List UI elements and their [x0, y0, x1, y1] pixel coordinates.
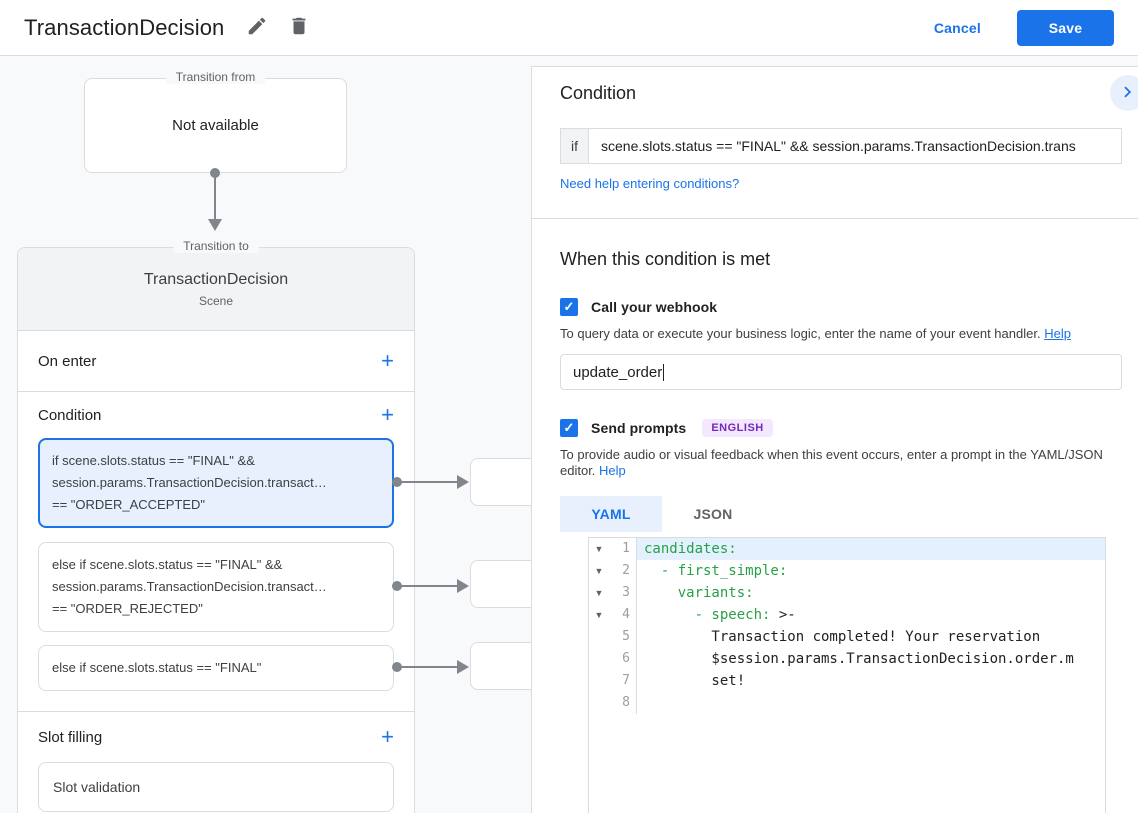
- event-handler-input[interactable]: update_order: [560, 354, 1122, 390]
- edit-scene-button[interactable]: [242, 11, 272, 44]
- connector-dot: [392, 581, 402, 591]
- condition-section-label: Condition: [38, 406, 102, 424]
- chevron-right-icon: [1117, 81, 1138, 106]
- on-enter-label: On enter: [38, 352, 97, 370]
- slot-filling-section: Slot filling + Slot validation: [18, 714, 414, 812]
- header-bar: TransactionDecision Cancel Save: [0, 0, 1138, 56]
- page-title: TransactionDecision: [24, 14, 225, 40]
- condition-item-selected[interactable]: if scene.slots.status == "FINAL" && sess…: [38, 438, 394, 528]
- code-line: ▼ 2 - first_simple:: [589, 560, 1105, 582]
- connector-dot: [392, 662, 402, 672]
- tab-yaml[interactable]: YAML: [560, 496, 662, 532]
- slot-filling-label: Slot filling: [38, 728, 103, 746]
- prompts-helper-text: To provide audio or visual feedback when…: [560, 447, 1103, 478]
- condition-expression-row: if scene.slots.status == "FINAL" && sess…: [560, 128, 1122, 164]
- transition-target-box[interactable]: [470, 458, 531, 506]
- call-webhook-checkbox[interactable]: ✓: [560, 298, 578, 316]
- call-webhook-label: Call your webhook: [591, 299, 718, 315]
- scene-subtitle: Scene: [198, 293, 234, 308]
- condition-item[interactable]: else if scene.slots.status == "FINAL": [38, 645, 394, 691]
- condition-expression-input[interactable]: scene.slots.status == "FINAL" && session…: [588, 128, 1122, 164]
- fold-arrow-icon[interactable]: ▼: [589, 582, 609, 604]
- code-line: ▼ 4 - speech: >-: [589, 604, 1105, 626]
- when-condition-met-section: When this condition is met ✓ Call your w…: [532, 219, 1138, 813]
- code-line: 6 $session.params.TransactionDecision.or…: [589, 648, 1105, 670]
- transition-to-label: Transition to: [173, 239, 259, 253]
- save-button[interactable]: Save: [1017, 9, 1114, 46]
- scene-card-header: TransactionDecision Scene: [18, 248, 414, 331]
- connector-line: [399, 481, 459, 483]
- scene-title: TransactionDecision: [143, 270, 289, 288]
- delete-scene-button[interactable]: [284, 11, 314, 44]
- fold-arrow-icon[interactable]: ▼: [589, 538, 609, 560]
- yaml-code-editor[interactable]: ▼ 1 candidates: ▼ 2 - first_simple: ▼ 3 …: [588, 537, 1106, 813]
- condition-expression-section: Condition if scene.slots.status == "FINA…: [532, 67, 1138, 219]
- connector-arrowhead-icon: [457, 579, 469, 593]
- checkmark-icon: ✓: [563, 299, 575, 314]
- connector-line: [399, 585, 459, 587]
- content-area: Transition from Not available Transition…: [0, 56, 1138, 813]
- checkmark-icon: ✓: [563, 420, 575, 435]
- editor-format-tabs: YAML JSON: [560, 496, 1122, 532]
- trash-icon: [288, 15, 310, 40]
- connector-line: [214, 173, 216, 221]
- language-badge: ENGLISH: [702, 419, 773, 437]
- text-cursor: [663, 363, 665, 381]
- code-line: ▼ 1 candidates:: [589, 538, 1105, 560]
- prompts-help-link[interactable]: Help: [599, 463, 626, 478]
- connector-arrowhead-icon: [457, 660, 469, 674]
- webhook-helper-text: To query data or execute your business l…: [560, 326, 1071, 341]
- pencil-icon: [246, 15, 268, 40]
- cancel-button[interactable]: Cancel: [934, 20, 981, 36]
- when-met-title: When this condition is met: [560, 249, 771, 269]
- condition-panel-title: Condition: [560, 83, 637, 103]
- collapse-panel-button[interactable]: [1110, 75, 1138, 111]
- transition-from-value: Not available: [172, 117, 259, 134]
- add-on-enter-button[interactable]: +: [381, 350, 394, 372]
- transition-target-box[interactable]: [470, 642, 531, 690]
- connector-arrowhead-icon: [457, 475, 469, 489]
- flow-canvas: Transition from Not available Transition…: [0, 56, 531, 813]
- condition-section: Condition + if scene.slots.status == "FI…: [18, 392, 414, 712]
- tab-json[interactable]: JSON: [662, 496, 764, 532]
- add-slot-button[interactable]: +: [381, 726, 394, 748]
- code-line: ▼ 3 variants:: [589, 582, 1105, 604]
- transition-target-box[interactable]: [470, 560, 531, 608]
- code-line: 5 Transaction completed! Your reservatio…: [589, 626, 1105, 648]
- webhook-help-link[interactable]: Help: [1044, 326, 1071, 341]
- if-prefix: if: [560, 128, 588, 164]
- connector-arrowhead-icon: [208, 219, 222, 231]
- condition-item[interactable]: else if scene.slots.status == "FINAL" &&…: [38, 542, 394, 632]
- condition-editor-panel: Condition if scene.slots.status == "FINA…: [531, 66, 1138, 813]
- add-condition-button[interactable]: +: [381, 404, 394, 426]
- fold-arrow-icon[interactable]: ▼: [589, 560, 609, 582]
- call-webhook-row: ✓ Call your webhook: [560, 298, 1122, 316]
- send-prompts-row: ✓ Send prompts ENGLISH: [560, 419, 1122, 437]
- slot-validation-item[interactable]: Slot validation: [38, 762, 394, 812]
- send-prompts-checkbox[interactable]: ✓: [560, 419, 578, 437]
- transition-from-box: Transition from Not available: [84, 70, 347, 173]
- transition-from-label: Transition from: [165, 70, 266, 84]
- condition-help-link[interactable]: Need help entering conditions?: [560, 176, 739, 191]
- connector-line: [399, 666, 459, 668]
- transition-to-card: Transition to TransactionDecision Scene …: [17, 239, 415, 813]
- send-prompts-label: Send prompts: [591, 420, 687, 436]
- connector-dot: [392, 477, 402, 487]
- code-line: 7 set!: [589, 670, 1105, 692]
- connector-dot: [210, 168, 220, 178]
- on-enter-section: On enter +: [18, 331, 414, 392]
- fold-arrow-icon[interactable]: ▼: [589, 604, 609, 626]
- code-line: 8: [589, 692, 1105, 714]
